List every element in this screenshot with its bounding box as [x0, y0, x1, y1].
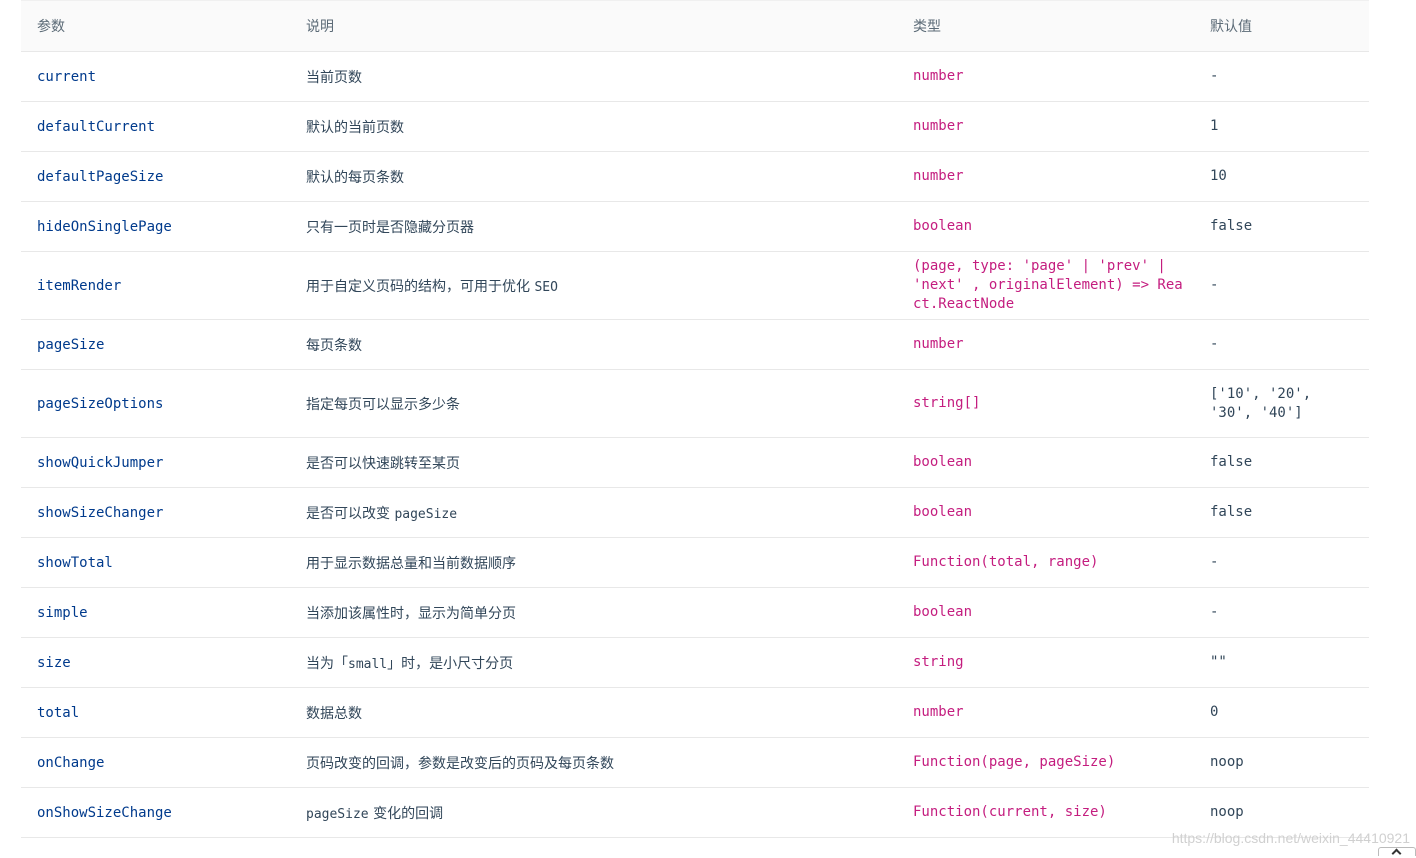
header-param: 参数 [21, 0, 290, 52]
param-description: 默认的每页条数 [290, 151, 897, 202]
table-row: pageSize 每页条数 number - [21, 319, 1369, 370]
param-default: 1 [1194, 101, 1369, 152]
table-row: showSizeChanger 是否可以改变 pageSize boolean … [21, 487, 1369, 538]
param-type: boolean [897, 201, 1194, 252]
param-type: number [897, 51, 1194, 102]
param-name: current [21, 51, 290, 102]
table-row: hideOnSinglePage 只有一页时是否隐藏分页器 boolean fa… [21, 201, 1369, 252]
table-row: defaultCurrent 默认的当前页数 number 1 [21, 101, 1369, 152]
param-type: Function(current, size) [897, 787, 1194, 838]
param-name: size [21, 637, 290, 688]
param-default: "" [1194, 637, 1369, 688]
table-row: current 当前页数 number - [21, 51, 1369, 102]
param-default: 0 [1194, 687, 1369, 738]
param-default: false [1194, 487, 1369, 538]
param-name: simple [21, 587, 290, 638]
param-default: - [1194, 251, 1369, 320]
param-type: Function(total, range) [897, 537, 1194, 588]
header-type: 类型 [897, 0, 1194, 52]
param-name: showQuickJumper [21, 437, 290, 488]
param-description: 是否可以改变 pageSize [290, 487, 897, 538]
watermark: https://blog.csdn.net/weixin_44410921 [1171, 830, 1410, 846]
header-description: 说明 [290, 0, 897, 52]
param-type: Function(page, pageSize) [897, 737, 1194, 788]
param-name: hideOnSinglePage [21, 201, 290, 252]
param-name: pageSize [21, 319, 290, 370]
param-type: boolean [897, 587, 1194, 638]
table-row: simple 当添加该属性时，显示为简单分页 boolean - [21, 587, 1369, 638]
param-default: - [1194, 537, 1369, 588]
back-to-top-button[interactable] [1378, 847, 1416, 856]
param-description: 用于自定义页码的结构，可用于优化 SEO [290, 251, 897, 320]
param-description: 数据总数 [290, 687, 897, 738]
param-type: number [897, 687, 1194, 738]
table-row: onChange 页码改变的回调，参数是改变后的页码及每页条数 Function… [21, 737, 1369, 788]
param-name: showTotal [21, 537, 290, 588]
param-description: 页码改变的回调，参数是改变后的页码及每页条数 [290, 737, 897, 788]
header-default: 默认值 [1194, 0, 1369, 52]
param-name: showSizeChanger [21, 487, 290, 538]
api-table: 参数 说明 类型 默认值 current 当前页数 number - defau… [21, 0, 1369, 838]
param-type: string [897, 637, 1194, 688]
param-default: - [1194, 587, 1369, 638]
param-type: number [897, 101, 1194, 152]
param-description: 当添加该属性时，显示为简单分页 [290, 587, 897, 638]
param-description: 每页条数 [290, 319, 897, 370]
param-name: itemRender [21, 251, 290, 320]
param-name: total [21, 687, 290, 738]
param-description: 默认的当前页数 [290, 101, 897, 152]
param-description: 当前页数 [290, 51, 897, 102]
param-description: 当为「small」时，是小尺寸分页 [290, 637, 897, 688]
param-default: - [1194, 319, 1369, 370]
param-description: 指定每页可以显示多少条 [290, 369, 897, 438]
table-row: onShowSizeChange pageSize 变化的回调 Function… [21, 787, 1369, 838]
table-row: defaultPageSize 默认的每页条数 number 10 [21, 151, 1369, 202]
param-type: boolean [897, 487, 1194, 538]
table-row: size 当为「small」时，是小尺寸分页 string "" [21, 637, 1369, 688]
param-name: defaultCurrent [21, 101, 290, 152]
param-type: (page, type: 'page' | 'prev' | 'next' , … [897, 251, 1194, 320]
param-type: number [897, 319, 1194, 370]
param-default: - [1194, 51, 1369, 102]
param-type: number [897, 151, 1194, 202]
param-default: false [1194, 437, 1369, 488]
table-row: showTotal 用于显示数据总量和当前数据顺序 Function(total… [21, 537, 1369, 588]
table-row: itemRender 用于自定义页码的结构，可用于优化 SEO (page, t… [21, 251, 1369, 320]
param-description: 只有一页时是否隐藏分页器 [290, 201, 897, 252]
param-type: string[] [897, 369, 1194, 438]
param-description: pageSize 变化的回调 [290, 787, 897, 838]
param-name: pageSizeOptions [21, 369, 290, 438]
param-description: 用于显示数据总量和当前数据顺序 [290, 537, 897, 588]
table-row: showQuickJumper 是否可以快速跳转至某页 boolean fals… [21, 437, 1369, 488]
table-row: total 数据总数 number 0 [21, 687, 1369, 738]
table-body: current 当前页数 number - defaultCurrent 默认的… [21, 51, 1369, 838]
param-default: 10 [1194, 151, 1369, 202]
param-description: 是否可以快速跳转至某页 [290, 437, 897, 488]
param-default: ['10', '20', '30', '40'] [1194, 369, 1369, 438]
param-name: onShowSizeChange [21, 787, 290, 838]
table-header: 参数 说明 类型 默认值 [21, 0, 1369, 52]
param-default: false [1194, 201, 1369, 252]
param-default: noop [1194, 737, 1369, 788]
table-row: pageSizeOptions 指定每页可以显示多少条 string[] ['1… [21, 369, 1369, 438]
param-name: onChange [21, 737, 290, 788]
param-type: boolean [897, 437, 1194, 488]
param-name: defaultPageSize [21, 151, 290, 202]
